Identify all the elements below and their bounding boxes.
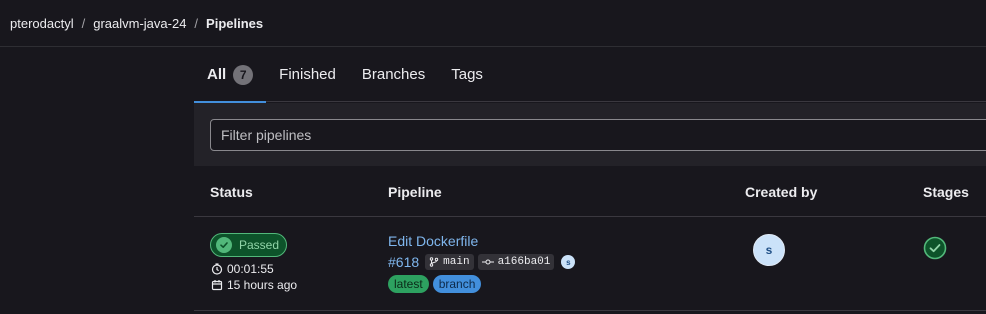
tab-finished[interactable]: Finished (266, 48, 349, 102)
commit-sha-value: a166ba01 (497, 256, 551, 268)
tab-branches[interactable]: Branches (349, 48, 438, 102)
column-header-status: Status (210, 184, 253, 200)
pipeline-title-link[interactable]: Edit Dockerfile (388, 233, 478, 249)
pipeline-info: #618 main a166ba01 s (388, 253, 576, 271)
tab-branches-label: Branches (361, 66, 426, 83)
duration-value: 00:01:55 (227, 262, 274, 276)
status-label: Passed (239, 238, 280, 252)
column-header-stages: Stages (923, 184, 969, 200)
check-circle-icon (216, 237, 232, 253)
breadcrumb: pterodactyl / graalvm-java-24 / Pipeline… (0, 0, 986, 47)
finished-time-value: 15 hours ago (227, 278, 298, 292)
pipeline-tabs: All 7 Finished Branches Tags (194, 48, 986, 103)
tab-finished-label: Finished (279, 66, 336, 83)
timer-icon (211, 263, 223, 275)
filter-pipelines-input[interactable] (210, 119, 986, 151)
breadcrumb-separator: / (194, 15, 199, 31)
pipeline-badges: latest branch (388, 275, 485, 293)
branch-badge: branch (432, 275, 482, 293)
branch-icon (429, 257, 439, 267)
table-header: Status Pipeline Created by Stages (194, 167, 986, 217)
commit-icon (481, 259, 494, 265)
branch-ref[interactable]: main (425, 254, 474, 270)
column-header-created-by: Created by (745, 184, 818, 200)
latest-badge: latest (388, 275, 429, 293)
breadcrumb-item-current[interactable]: Pipelines (206, 16, 263, 31)
tab-all[interactable]: All 7 (194, 48, 267, 103)
commit-sha[interactable]: a166ba01 (477, 254, 555, 270)
breadcrumb-item-project[interactable]: graalvm-java-24 (93, 16, 186, 31)
tab-all-label: All (207, 66, 227, 83)
breadcrumb-item-group[interactable]: pterodactyl (10, 16, 74, 31)
tab-tags[interactable]: Tags (438, 48, 496, 102)
status-badge[interactable]: Passed (210, 233, 287, 257)
breadcrumb-separator: / (81, 15, 86, 31)
stage-passed-icon[interactable] (923, 236, 947, 260)
column-header-pipeline: Pipeline (388, 184, 442, 200)
finished-time: 15 hours ago (211, 278, 297, 292)
tab-tags-label: Tags (451, 66, 483, 83)
calendar-icon (211, 280, 223, 291)
tab-all-count-badge: 7 (233, 64, 254, 85)
pipeline-id-link[interactable]: #618 (388, 254, 419, 270)
commit-author-avatar[interactable]: s (561, 255, 576, 269)
table-row: Passed 00:01:55 15 hours ago Edit Docker… (194, 217, 986, 311)
filter-bar (194, 103, 986, 166)
duration: 00:01:55 (211, 262, 274, 276)
branch-name: main (443, 256, 470, 268)
creator-avatar[interactable]: s (753, 234, 785, 266)
